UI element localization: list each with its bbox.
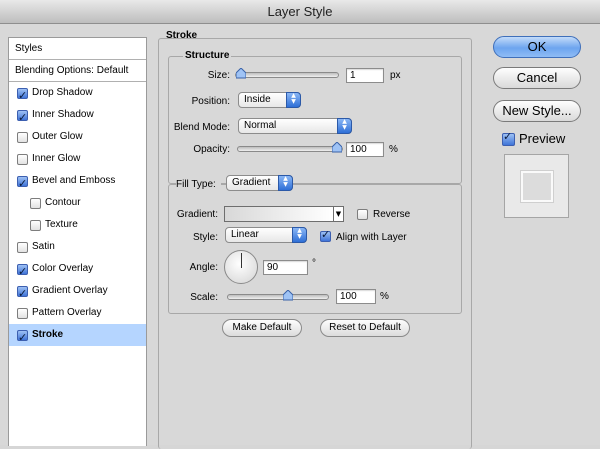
structure-title: Structure bbox=[183, 50, 232, 61]
style-item-label: Inner Glow bbox=[32, 153, 81, 164]
size-input[interactable]: 1 bbox=[346, 68, 384, 83]
window-titlebar[interactable]: Layer Style bbox=[0, 0, 600, 24]
blend-mode-select-arrows-icon: ▲ ▼ bbox=[337, 118, 352, 134]
style-item-drop-shadow[interactable]: Drop Shadow bbox=[9, 82, 146, 107]
style-item-label: Blending Options: Default bbox=[15, 65, 129, 76]
style-item-checkbox[interactable] bbox=[17, 283, 28, 305]
style-item-label: Stroke bbox=[32, 329, 64, 340]
reset-to-default-button[interactable]: Reset to Default bbox=[320, 319, 410, 337]
scale-input[interactable]: 100 bbox=[336, 289, 376, 304]
gradient-swatch[interactable] bbox=[224, 206, 334, 222]
size-slider[interactable] bbox=[235, 72, 339, 78]
angle-label: Angle: bbox=[189, 262, 218, 273]
opacity-slider-thumb[interactable] bbox=[332, 142, 342, 153]
style-item-label: Drop Shadow bbox=[32, 87, 93, 98]
scale-unit: % bbox=[380, 291, 389, 302]
new-style-button[interactable]: New Style... bbox=[493, 100, 581, 122]
style-preview-thumbnail bbox=[504, 154, 569, 218]
style-item-contour[interactable]: Contour bbox=[9, 192, 146, 214]
scale-slider-thumb[interactable] bbox=[283, 290, 294, 301]
position-label: Position: bbox=[191, 96, 230, 107]
angle-dial[interactable] bbox=[224, 250, 258, 284]
opacity-slider[interactable] bbox=[237, 146, 343, 152]
styles-header[interactable]: Styles bbox=[9, 38, 146, 60]
align-with-layer-checkbox[interactable] bbox=[320, 228, 331, 242]
make-default-button[interactable]: Make Default bbox=[222, 319, 302, 337]
style-item-checkbox[interactable] bbox=[17, 242, 28, 253]
style-item-checkbox[interactable] bbox=[17, 154, 28, 165]
style-item-pattern-overlay[interactable]: Pattern Overlay bbox=[9, 302, 146, 324]
fill-type-select-arrows-icon: ▲ ▼ bbox=[278, 175, 293, 191]
angle-input[interactable]: 90 bbox=[263, 260, 308, 275]
style-item-satin[interactable]: Satin bbox=[9, 236, 146, 258]
style-label: Style: bbox=[192, 232, 218, 243]
position-select-arrows-icon: ▲ ▼ bbox=[286, 92, 301, 108]
style-item-color-overlay[interactable]: Color Overlay bbox=[9, 258, 146, 283]
fill-type-select[interactable]: Gradient ▲ ▼ bbox=[226, 175, 293, 191]
style-item-blending-options-default[interactable]: Blending Options: Default bbox=[9, 60, 146, 82]
preview-checkbox[interactable] bbox=[502, 130, 515, 146]
blend-mode-value: Normal bbox=[244, 120, 277, 131]
style-item-checkbox[interactable] bbox=[17, 107, 28, 129]
style-item-texture[interactable]: Texture bbox=[9, 214, 146, 236]
size-label: Size: bbox=[207, 70, 230, 81]
style-select-arrows-icon: ▲ ▼ bbox=[292, 227, 307, 243]
style-item-label: Bevel and Emboss bbox=[32, 175, 116, 186]
style-item-label: Satin bbox=[32, 241, 55, 252]
ok-button[interactable]: OK bbox=[493, 36, 581, 58]
style-item-gradient-overlay[interactable]: Gradient Overlay bbox=[9, 280, 146, 305]
style-item-inner-shadow[interactable]: Inner Shadow bbox=[9, 104, 146, 129]
position-value: Inside bbox=[244, 94, 271, 105]
position-select[interactable]: Inside ▲ ▼ bbox=[238, 92, 301, 108]
opacity-unit: % bbox=[389, 144, 398, 155]
style-item-label: Gradient Overlay bbox=[32, 285, 108, 296]
scale-label: Scale: bbox=[190, 292, 218, 303]
style-item-label: Contour bbox=[45, 197, 81, 208]
style-select[interactable]: Linear ▲ ▼ bbox=[225, 227, 307, 243]
opacity-label: Opacity: bbox=[193, 144, 230, 155]
style-value: Linear bbox=[231, 229, 259, 240]
reverse-checkbox[interactable] bbox=[357, 209, 368, 220]
style-item-checkbox[interactable] bbox=[17, 327, 28, 349]
style-item-checkbox[interactable] bbox=[17, 132, 28, 143]
style-item-inner-glow[interactable]: Inner Glow bbox=[9, 148, 146, 170]
styles-list: Styles Blending Options: Default Drop Sha… bbox=[8, 37, 147, 446]
blend-mode-select[interactable]: Normal ▲ ▼ bbox=[238, 118, 352, 134]
size-slider-thumb[interactable] bbox=[235, 68, 246, 79]
opacity-input[interactable]: 100 bbox=[346, 142, 384, 157]
style-item-label: Pattern Overlay bbox=[32, 307, 102, 318]
align-with-layer-label: Align with Layer bbox=[336, 232, 407, 243]
layer-style-dialog: Styles Blending Options: Default Drop Sha… bbox=[0, 24, 600, 449]
fill-type-value: Gradient bbox=[232, 177, 271, 188]
styles-header-label: Styles bbox=[15, 43, 43, 54]
style-item-label: Outer Glow bbox=[32, 131, 83, 142]
style-item-label: Color Overlay bbox=[32, 263, 94, 274]
scale-slider[interactable] bbox=[227, 294, 329, 300]
style-item-checkbox[interactable] bbox=[17, 85, 28, 107]
style-item-checkbox[interactable] bbox=[17, 261, 28, 283]
style-item-checkbox[interactable] bbox=[30, 220, 41, 231]
style-item-stroke[interactable]: Stroke bbox=[9, 324, 146, 349]
style-item-checkbox[interactable] bbox=[17, 173, 28, 195]
gradient-label: Gradient: bbox=[176, 209, 218, 220]
style-item-bevel-and-emboss[interactable]: Bevel and Emboss bbox=[9, 170, 146, 195]
fill-type-label: Fill Type: bbox=[176, 179, 221, 190]
style-preview-swatch bbox=[521, 171, 553, 202]
style-item-checkbox[interactable] bbox=[30, 198, 41, 209]
blend-mode-label: Blend Mode: bbox=[173, 122, 230, 133]
style-item-label: Inner Shadow bbox=[32, 109, 94, 120]
angle-unit: ° bbox=[312, 258, 316, 269]
style-item-outer-glow[interactable]: Outer Glow bbox=[9, 126, 146, 148]
preview-label: Preview bbox=[519, 131, 566, 146]
style-item-label: Texture bbox=[45, 219, 78, 230]
style-item-checkbox[interactable] bbox=[17, 308, 28, 319]
window-title: Layer Style bbox=[267, 4, 333, 19]
cancel-button[interactable]: Cancel bbox=[493, 67, 581, 89]
angle-dial-hand bbox=[241, 253, 242, 268]
reverse-label: Reverse bbox=[373, 209, 411, 220]
gradient-dropdown-icon[interactable]: ▼ bbox=[334, 206, 344, 222]
size-unit: px bbox=[390, 70, 401, 81]
